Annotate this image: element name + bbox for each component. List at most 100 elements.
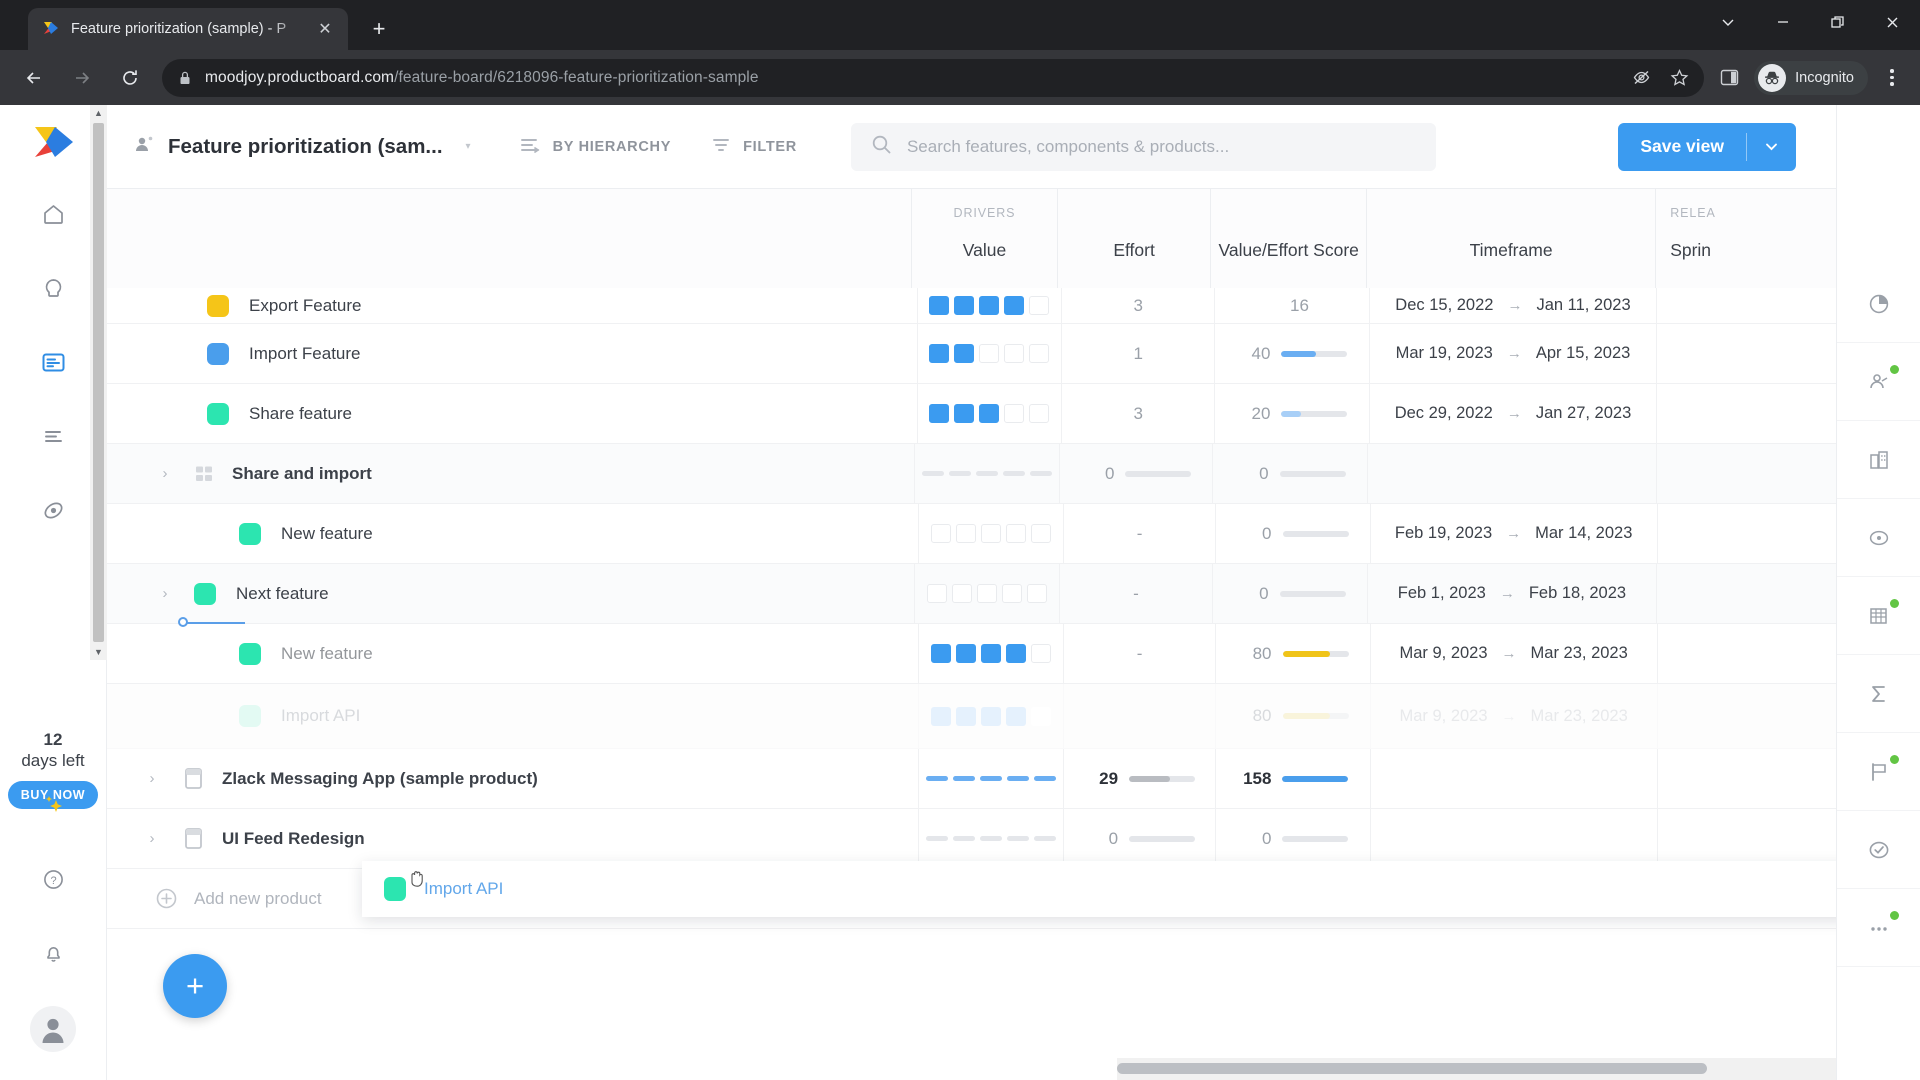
timeframe-cell[interactable] xyxy=(1369,749,1657,808)
row-name-cell[interactable]: Share feature xyxy=(107,384,917,443)
effort-cell[interactable]: - xyxy=(1062,504,1215,563)
avatar[interactable] xyxy=(30,1006,76,1052)
tracking-protection-icon[interactable] xyxy=(1624,61,1658,95)
timeframe-cell[interactable] xyxy=(1369,809,1657,868)
sprint-cell[interactable] xyxy=(1656,504,1836,563)
value-cell[interactable] xyxy=(918,749,1062,808)
table-row[interactable]: Import Feature 1 40 Mar 19, 2023 → Apr 1… xyxy=(107,324,1836,384)
sidebar-item-roadmaps[interactable] xyxy=(30,413,76,459)
expand-chevron-icon[interactable]: › xyxy=(139,770,165,787)
chevron-down-icon[interactable]: ▾ xyxy=(466,141,471,152)
right-item-companies[interactable] xyxy=(1836,421,1920,499)
sidebar-item-features[interactable] xyxy=(30,339,76,385)
timeframe-cell[interactable]: Dec 15, 2022 → Jan 11, 2023 xyxy=(1368,288,1657,323)
sidebar-item-home[interactable] xyxy=(30,191,76,237)
score-cell[interactable]: 16 xyxy=(1214,288,1369,323)
chrome-menu-icon[interactable] xyxy=(1874,60,1910,96)
right-item-releases[interactable] xyxy=(1836,733,1920,811)
add-new-product-button[interactable]: Add new product xyxy=(107,868,322,930)
value-cell[interactable] xyxy=(918,504,1062,563)
value-cell[interactable] xyxy=(918,624,1062,683)
effort-cell[interactable]: 0 xyxy=(1062,809,1216,868)
sprint-cell[interactable] xyxy=(1656,324,1836,383)
row-name-cell[interactable]: Export Feature xyxy=(107,288,917,323)
sprint-cell[interactable] xyxy=(1656,684,1836,748)
table-row[interactable]: Share feature 3 20 Dec 29, 2022 → Jan 27… xyxy=(107,384,1836,444)
bookmark-star-icon[interactable] xyxy=(1662,61,1696,95)
effort-cell[interactable]: 3 xyxy=(1061,384,1214,443)
value-cell[interactable] xyxy=(913,444,1059,503)
forward-button[interactable] xyxy=(63,59,101,97)
score-cell[interactable]: 0 xyxy=(1215,809,1369,868)
reload-button[interactable] xyxy=(111,59,149,97)
scrollbar-thumb[interactable] xyxy=(93,123,104,642)
value-cell[interactable] xyxy=(913,564,1059,623)
right-item-segments[interactable] xyxy=(1836,577,1920,655)
close-window-icon[interactable] xyxy=(1865,0,1920,44)
save-view-button[interactable]: Save view xyxy=(1618,122,1796,171)
score-cell[interactable]: 20 xyxy=(1214,384,1369,443)
drag-preview-card[interactable]: Import API xyxy=(362,861,1836,917)
score-cell[interactable]: 0 xyxy=(1212,564,1367,623)
sprint-cell[interactable] xyxy=(1655,564,1836,623)
row-name-cell[interactable]: Import API xyxy=(107,684,918,748)
sidebar-item-portal[interactable] xyxy=(30,487,76,533)
side-panel-icon[interactable] xyxy=(1712,61,1746,95)
add-feature-fab[interactable]: + xyxy=(163,954,227,1018)
timeframe-cell[interactable]: Dec 29, 2022 → Jan 27, 2023 xyxy=(1368,384,1657,443)
effort-cell[interactable]: 0 xyxy=(1058,444,1212,503)
timeframe-cell[interactable]: Feb 1, 2023 → Feb 18, 2023 xyxy=(1367,564,1656,623)
new-tab-button[interactable]: + xyxy=(362,12,396,46)
effort-cell[interactable] xyxy=(1062,684,1215,748)
bell-icon[interactable] xyxy=(30,930,76,976)
row-name-cell[interactable]: › Zlack Messaging App (sample product) xyxy=(107,749,918,808)
timeframe-cell[interactable]: Feb 19, 2023 → Mar 14, 2023 xyxy=(1369,504,1657,563)
timeframe-cell[interactable]: Mar 19, 2023 → Apr 15, 2023 xyxy=(1368,324,1657,383)
profile-incognito-pill[interactable]: Incognito xyxy=(1754,60,1868,95)
sprint-cell[interactable] xyxy=(1656,809,1836,868)
value-cell[interactable] xyxy=(916,384,1062,443)
productboard-logo[interactable] xyxy=(31,123,75,163)
timeframe-cell[interactable]: Mar 9, 2023 → Mar 23, 2023 xyxy=(1369,684,1657,748)
sprint-cell[interactable] xyxy=(1656,624,1836,683)
expand-chevron-icon[interactable]: › xyxy=(152,465,178,482)
score-cell[interactable]: 0 xyxy=(1212,444,1367,503)
score-cell[interactable]: 40 xyxy=(1214,324,1369,383)
right-item-insights-pie[interactable] xyxy=(1836,265,1920,343)
scroll-down-icon[interactable]: ▼ xyxy=(94,644,103,660)
close-icon[interactable]: ✕ xyxy=(312,16,338,42)
table-row[interactable]: New feature - 0 Feb 19, 2023 → Mar 14, 2… xyxy=(107,504,1836,564)
chevron-down-icon[interactable] xyxy=(1747,139,1796,154)
scroll-up-icon[interactable]: ▲ xyxy=(94,105,103,121)
sprint-cell[interactable] xyxy=(1655,444,1836,503)
sparkles-icon[interactable] xyxy=(30,782,76,828)
minimize-icon[interactable] xyxy=(1755,0,1810,44)
expand-chevron-icon[interactable]: › xyxy=(139,830,165,847)
browser-tab[interactable]: Feature prioritization (sample) - P ✕ xyxy=(28,8,348,50)
right-item-customer-needs[interactable] xyxy=(1836,343,1920,421)
row-name-cell[interactable]: Import Feature xyxy=(107,324,917,383)
score-cell[interactable]: 80 xyxy=(1215,684,1369,748)
score-cell[interactable]: 158 xyxy=(1215,749,1369,808)
score-cell[interactable]: 80 xyxy=(1215,624,1369,683)
value-cell[interactable] xyxy=(916,288,1062,323)
value-cell[interactable] xyxy=(918,809,1062,868)
address-bar[interactable]: moodjoy.productboard.com/feature-board/6… xyxy=(162,58,1705,97)
effort-cell[interactable]: 29 xyxy=(1062,749,1216,808)
value-cell[interactable] xyxy=(916,324,1062,383)
sidebar-item-insights[interactable] xyxy=(30,265,76,311)
horizontal-scrollbar-thumb[interactable] xyxy=(1117,1063,1707,1074)
sidebar-scrollbar[interactable]: ▲ ▼ xyxy=(90,105,107,660)
chevron-down-icon[interactable] xyxy=(1700,0,1755,44)
table-row[interactable]: New feature - 80 Mar 9, 2023 → Mar 23, 2… xyxy=(107,617,1836,684)
by-hierarchy-button[interactable]: BY HIERARCHY xyxy=(519,135,672,159)
timeframe-cell[interactable] xyxy=(1367,444,1656,503)
effort-cell[interactable]: - xyxy=(1062,624,1215,683)
timeframe-cell[interactable]: Mar 9, 2023 → Mar 23, 2023 xyxy=(1369,624,1657,683)
value-cell[interactable] xyxy=(918,684,1062,748)
table-row[interactable]: › Zlack Messaging App (sample product) 2… xyxy=(107,749,1836,809)
table-row[interactable]: › Share and import 0 0 xyxy=(107,444,1836,504)
right-item-more-columns[interactable] xyxy=(1836,889,1920,967)
score-cell[interactable]: 0 xyxy=(1215,504,1369,563)
row-name-cell[interactable]: › Next feature xyxy=(107,564,914,623)
